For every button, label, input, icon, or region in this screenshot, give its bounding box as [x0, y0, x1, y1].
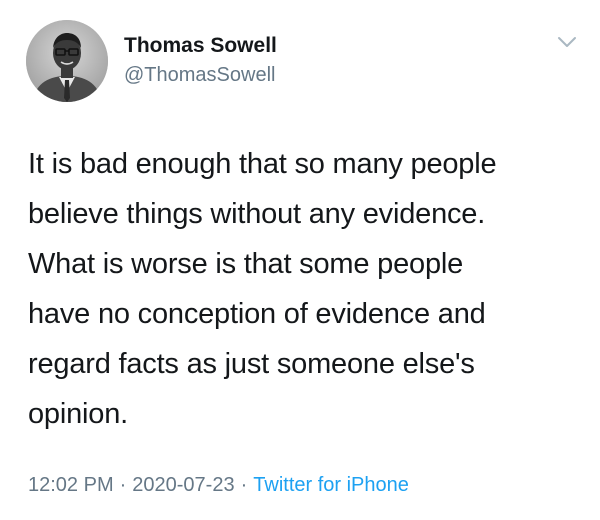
- separator: ·: [240, 474, 248, 496]
- separator: ·: [119, 474, 127, 496]
- chevron-down-icon[interactable]: [556, 34, 578, 50]
- tweet-text-line: have no conception of evidence and: [28, 298, 486, 330]
- tweet-metadata: 12:02 PM · 2020-07-23 · Twitter for iPhone: [28, 474, 409, 497]
- tweet-text-line: regard facts as just someone else's: [28, 348, 475, 380]
- tweet-card: Thomas Sowell @ThomasSowell It is bad en…: [0, 0, 600, 520]
- tweet-text: It is bad enough that so many people bel…: [28, 139, 588, 439]
- author-name[interactable]: Thomas Sowell: [124, 34, 277, 58]
- tweet-text-line: believe things without any evidence.: [28, 198, 486, 230]
- tweet-text-line: What is worse is that some people: [28, 248, 464, 280]
- tweet-text-line: It is bad enough that so many people: [28, 148, 497, 180]
- avatar-photo: [26, 20, 108, 102]
- author-handle[interactable]: @ThomasSowell: [124, 64, 275, 87]
- avatar[interactable]: [26, 20, 108, 102]
- tweet-time[interactable]: 12:02 PM: [28, 474, 114, 496]
- tweet-text-line: opinion.: [28, 398, 128, 430]
- tweet-source-link[interactable]: Twitter for iPhone: [253, 474, 409, 496]
- tweet-date[interactable]: 2020-07-23: [132, 474, 234, 496]
